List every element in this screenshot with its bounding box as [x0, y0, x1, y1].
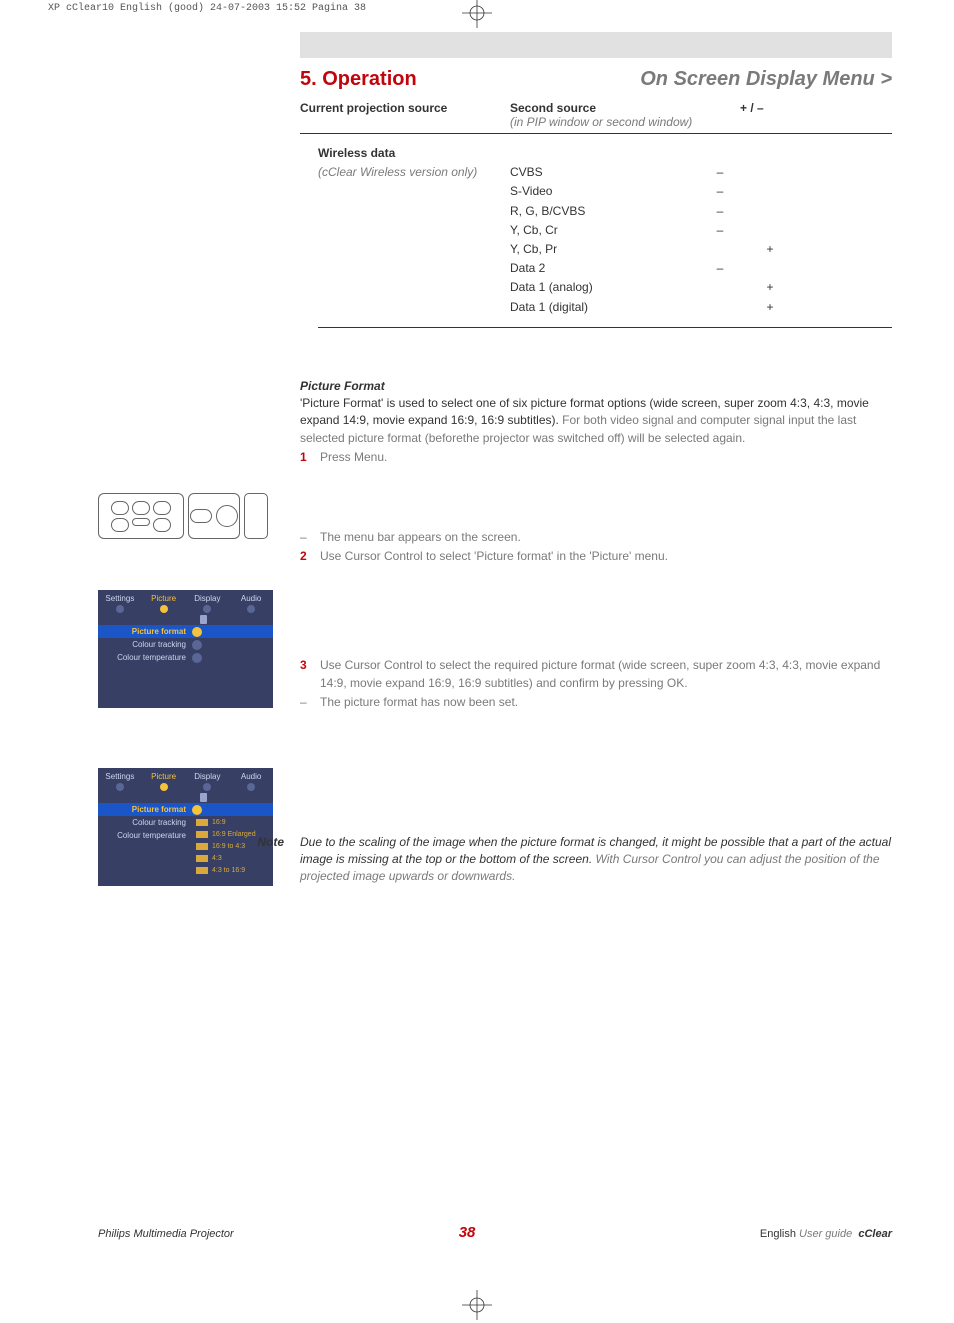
osd-item-label: Picture format: [98, 805, 190, 814]
footer-product-name: Philips Multimedia Projector: [98, 1228, 234, 1240]
section-title: 5. Operation: [300, 68, 417, 91]
registration-mark-top: [462, 0, 492, 31]
table-cell: [740, 182, 800, 201]
table-cell: CVBS: [510, 163, 700, 182]
step-text: Use Cursor Control to select 'Picture fo…: [320, 548, 892, 565]
osd-tab: Audio: [241, 594, 261, 603]
section-subtitle: On Screen Display Menu >: [640, 68, 892, 91]
page-number: 38: [459, 1224, 476, 1241]
column-header-second-source-sub: (in PIP window or second window): [510, 115, 692, 129]
table-cell: Data 2: [510, 259, 700, 278]
wireless-data-sub: (cClear Wireless version only): [318, 165, 477, 179]
osd-item-label: Picture format: [98, 627, 190, 636]
osd-item-label: Colour temperature: [98, 653, 190, 662]
table-cell: [700, 240, 740, 259]
step-number: 3: [300, 657, 320, 692]
osd-tab: Settings: [105, 594, 134, 603]
table-cell: –: [700, 163, 740, 182]
table-cell: Y, Cb, Cr: [510, 221, 700, 240]
step-number: 2: [300, 548, 320, 565]
osd-submenu-item: 16:9: [212, 819, 226, 826]
osd-item-label: Colour tracking: [98, 640, 190, 649]
table-cell: [740, 202, 800, 221]
table-cell: [740, 259, 800, 278]
table-cell: [740, 221, 800, 240]
osd-item-label: Colour temperature: [98, 831, 190, 840]
column-header-second-source: Second source: [510, 101, 596, 115]
osd-tab: Picture: [151, 594, 176, 603]
step-text: Press Menu.: [320, 449, 892, 466]
table-cell: –: [700, 182, 740, 201]
table-cell: –: [700, 221, 740, 240]
table-cell: +: [740, 240, 800, 259]
figure-projector-remote: [98, 493, 273, 541]
table-cell: Y, Cb, Pr: [510, 240, 700, 259]
note-label: Note: [240, 834, 300, 886]
table-cell: [740, 163, 800, 182]
table-cell: –: [700, 202, 740, 221]
osd-tab: Audio: [241, 772, 261, 781]
step-text: The menu bar appears on the screen.: [320, 529, 892, 546]
table-cell: Data 1 (analog): [510, 278, 700, 297]
column-header-source: Current projection source: [300, 101, 510, 129]
wireless-data-title: Wireless data: [318, 146, 395, 160]
rule: [318, 327, 892, 328]
table-cell: [700, 298, 740, 317]
osd-submenu-item: 4:3: [212, 855, 222, 862]
table-cell: [700, 278, 740, 297]
note-text: Due to the scaling of the image when the…: [300, 834, 892, 886]
table-cell: S-Video: [510, 182, 700, 201]
rule: [300, 133, 892, 134]
osd-tab: Display: [194, 772, 220, 781]
osd-item-label: Colour tracking: [98, 818, 190, 827]
step-text: The picture format has now been set.: [320, 694, 892, 711]
header-band: [300, 32, 892, 58]
table-cell: R, G, B/CVBS: [510, 202, 700, 221]
step-number: 1: [300, 449, 320, 466]
column-header-plus-minus: + / –: [740, 101, 820, 129]
registration-mark-bottom: [462, 1290, 492, 1323]
osd-tab: Settings: [105, 772, 134, 781]
table-cell: +: [740, 278, 800, 297]
step-dash: –: [300, 529, 320, 546]
step-dash: –: [300, 694, 320, 711]
table-cell: –: [700, 259, 740, 278]
table-cell: Data 1 (digital): [510, 298, 700, 317]
footer-right: English User guide cClear: [760, 1228, 892, 1240]
step-text: Use Cursor Control to select the require…: [320, 657, 892, 692]
osd-tab: Display: [194, 594, 220, 603]
osd-tab: Picture: [151, 772, 176, 781]
picture-format-heading: Picture Format: [300, 378, 892, 395]
figure-osd-menu-1: Settings Picture Display Audio Picture f…: [98, 590, 273, 708]
file-meta-header: XP cClear10 English (good) 24-07-2003 15…: [48, 3, 366, 14]
picture-format-intro: 'Picture Format' is used to select one o…: [300, 395, 892, 447]
table-cell: +: [740, 298, 800, 317]
